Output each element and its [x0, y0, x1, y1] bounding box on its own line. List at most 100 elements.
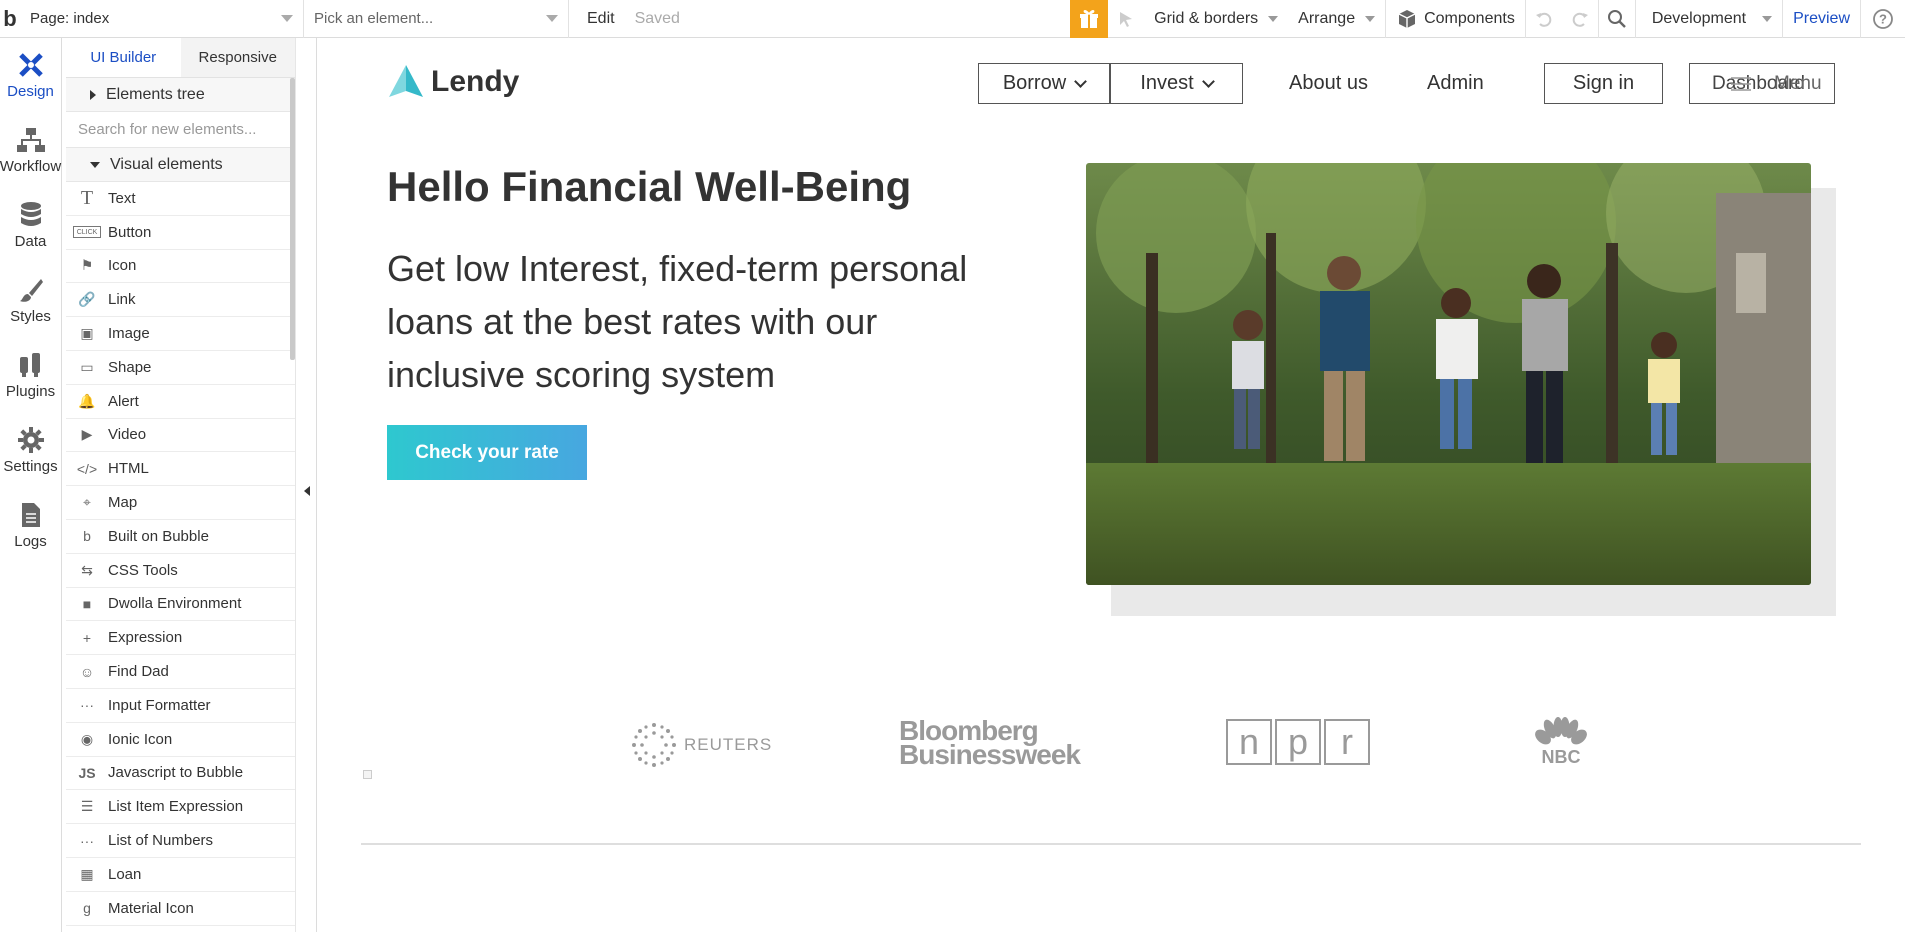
- collapse-panel-icon[interactable]: [304, 486, 310, 496]
- element-item[interactable]: b Built on Bubble: [66, 520, 295, 554]
- arrange-menu[interactable]: Arrange: [1288, 0, 1385, 38]
- element-item[interactable]: ⌖ Map: [66, 486, 295, 520]
- element-type-icon: T: [80, 186, 94, 209]
- gift-icon[interactable]: [1070, 0, 1109, 38]
- brand-logo[interactable]: Lendy: [387, 63, 519, 101]
- element-picker[interactable]: Pick an element...: [304, 0, 569, 38]
- element-item-label: CSS Tools: [108, 561, 178, 579]
- grid-borders-label: Grid & borders: [1154, 9, 1259, 27]
- element-item[interactable]: ⇆ CSS Tools: [66, 554, 295, 588]
- element-search-input[interactable]: Search for new elements...: [66, 112, 295, 148]
- pointer-icon[interactable]: [1108, 0, 1144, 38]
- brush-icon: [19, 279, 43, 302]
- grid-borders-menu[interactable]: Grid & borders: [1144, 0, 1288, 38]
- element-item-label: Ionic Icon: [108, 730, 173, 748]
- nav-about-link[interactable]: About us: [1289, 63, 1368, 104]
- nbc-text: NBC: [1541, 747, 1581, 767]
- element-item[interactable]: ▦ Loan: [66, 858, 295, 892]
- cube-icon: [1398, 9, 1416, 28]
- press-logos: REUTERS Bloomberg Businessweek n p r NBC: [317, 711, 1905, 771]
- element-item[interactable]: ☺ Find Dad: [66, 655, 295, 689]
- element-item[interactable]: ☰ List Item Expression: [66, 790, 295, 825]
- environment-select[interactable]: Development: [1642, 0, 1782, 38]
- borrow-dropdown[interactable]: Borrow: [978, 63, 1110, 104]
- redo-icon[interactable]: [1562, 0, 1598, 38]
- rail-item-data[interactable]: Data: [0, 188, 61, 263]
- arrange-label: Arrange: [1298, 9, 1356, 27]
- sign-in-button[interactable]: Sign in: [1544, 63, 1663, 104]
- panel-scrollbar[interactable]: [290, 78, 295, 360]
- chevron-down-icon: [546, 15, 558, 22]
- canvas-page[interactable]: Lendy Borrow Invest About us Admin Sign …: [317, 38, 1905, 932]
- elements-tree-label: Elements tree: [106, 85, 205, 103]
- preview-link[interactable]: Preview: [1783, 0, 1860, 38]
- element-item[interactable]: T Text: [66, 182, 295, 216]
- element-item[interactable]: 🔗 Link: [66, 283, 295, 318]
- element-item[interactable]: ⚑ Icon: [66, 250, 295, 284]
- hidden-element-marker[interactable]: [363, 770, 372, 779]
- element-item[interactable]: ▶ Video: [66, 419, 295, 453]
- visual-elements-toggle[interactable]: Visual elements: [66, 148, 295, 182]
- rail-item-settings[interactable]: Settings: [0, 413, 61, 488]
- npr-logo: n p r: [1226, 719, 1370, 765]
- edit-menu[interactable]: Edit: [577, 0, 625, 38]
- search-icon[interactable]: [1599, 0, 1635, 38]
- check-rate-button[interactable]: Check your rate: [387, 425, 587, 480]
- reuters-dots-icon: [632, 723, 676, 767]
- menu-label: Menu: [1774, 73, 1822, 94]
- tab-responsive[interactable]: Responsive: [180, 38, 295, 77]
- element-item-label: Built on Bubble: [108, 527, 209, 545]
- nav-admin-link[interactable]: Admin: [1427, 63, 1484, 104]
- rail-label: Design: [7, 83, 54, 100]
- edit-label: Edit: [587, 9, 615, 27]
- dashboard-menu-button[interactable]: Dashboard Menu: [1689, 63, 1835, 104]
- rail-label: Styles: [10, 308, 51, 325]
- workflow-icon: [16, 128, 45, 152]
- element-item[interactable]: JS Javascript to Bubble: [66, 757, 295, 791]
- caret-right-icon: [90, 89, 96, 100]
- element-item-label: Video: [108, 426, 147, 444]
- rail-label: Workflow: [0, 158, 62, 175]
- page-select[interactable]: Page: index: [20, 0, 304, 38]
- design-icon: [18, 53, 43, 77]
- components-label: Components: [1424, 9, 1515, 27]
- rail-item-workflow[interactable]: Workflow: [0, 113, 61, 188]
- chevron-down-icon: [1365, 15, 1376, 22]
- element-item[interactable]: 🔔 Alert: [66, 385, 295, 419]
- rail-item-plugins[interactable]: Plugins: [0, 338, 61, 413]
- element-type-icon: ···: [80, 832, 94, 849]
- help-icon[interactable]: ?: [1861, 0, 1905, 38]
- element-item[interactable]: </> HTML: [66, 452, 295, 487]
- element-item[interactable]: ··· List of Numbers: [66, 824, 295, 858]
- components-button[interactable]: Components: [1386, 0, 1525, 38]
- element-item[interactable]: ■ Dwolla Environment: [66, 588, 295, 622]
- element-item[interactable]: ◉ Ionic Icon: [66, 723, 295, 757]
- rail-item-design[interactable]: Design: [0, 38, 61, 113]
- element-type-icon: ◉: [80, 730, 94, 747]
- element-item[interactable]: ▭ Shape: [66, 351, 295, 385]
- chevron-down-icon: [1762, 15, 1773, 22]
- saved-status: Saved: [625, 0, 690, 38]
- element-item-label: Alert: [108, 392, 139, 410]
- bloomberg-logo: Bloomberg Businessweek: [899, 717, 1081, 769]
- element-item[interactable]: CLICK Button: [66, 216, 295, 250]
- tab-ui-builder[interactable]: UI Builder: [66, 38, 181, 77]
- saved-label: Saved: [634, 9, 680, 27]
- undo-icon[interactable]: [1526, 0, 1562, 38]
- element-item[interactable]: ··· Input Formatter: [66, 689, 295, 723]
- preview-label: Preview: [1793, 9, 1850, 27]
- elements-tree-toggle[interactable]: Elements tree: [66, 78, 295, 112]
- element-item[interactable]: g Material Icon: [66, 892, 295, 926]
- chevron-down-icon: [1201, 74, 1215, 88]
- element-type-icon: 🔔: [78, 392, 96, 409]
- rail-item-styles[interactable]: Styles: [0, 263, 61, 338]
- element-type-icon: ···: [80, 697, 94, 714]
- rail-label: Plugins: [5, 383, 56, 400]
- bubble-logo-icon[interactable]: b: [0, 0, 20, 38]
- element-item-label: Shape: [108, 358, 152, 376]
- invest-dropdown[interactable]: Invest: [1110, 63, 1243, 104]
- elements-panel: UI Builder Responsive Elements tree Sear…: [66, 38, 296, 932]
- element-item[interactable]: ▣ Image: [66, 317, 295, 351]
- element-item[interactable]: + Expression: [66, 621, 295, 656]
- rail-item-logs[interactable]: Logs: [0, 488, 61, 563]
